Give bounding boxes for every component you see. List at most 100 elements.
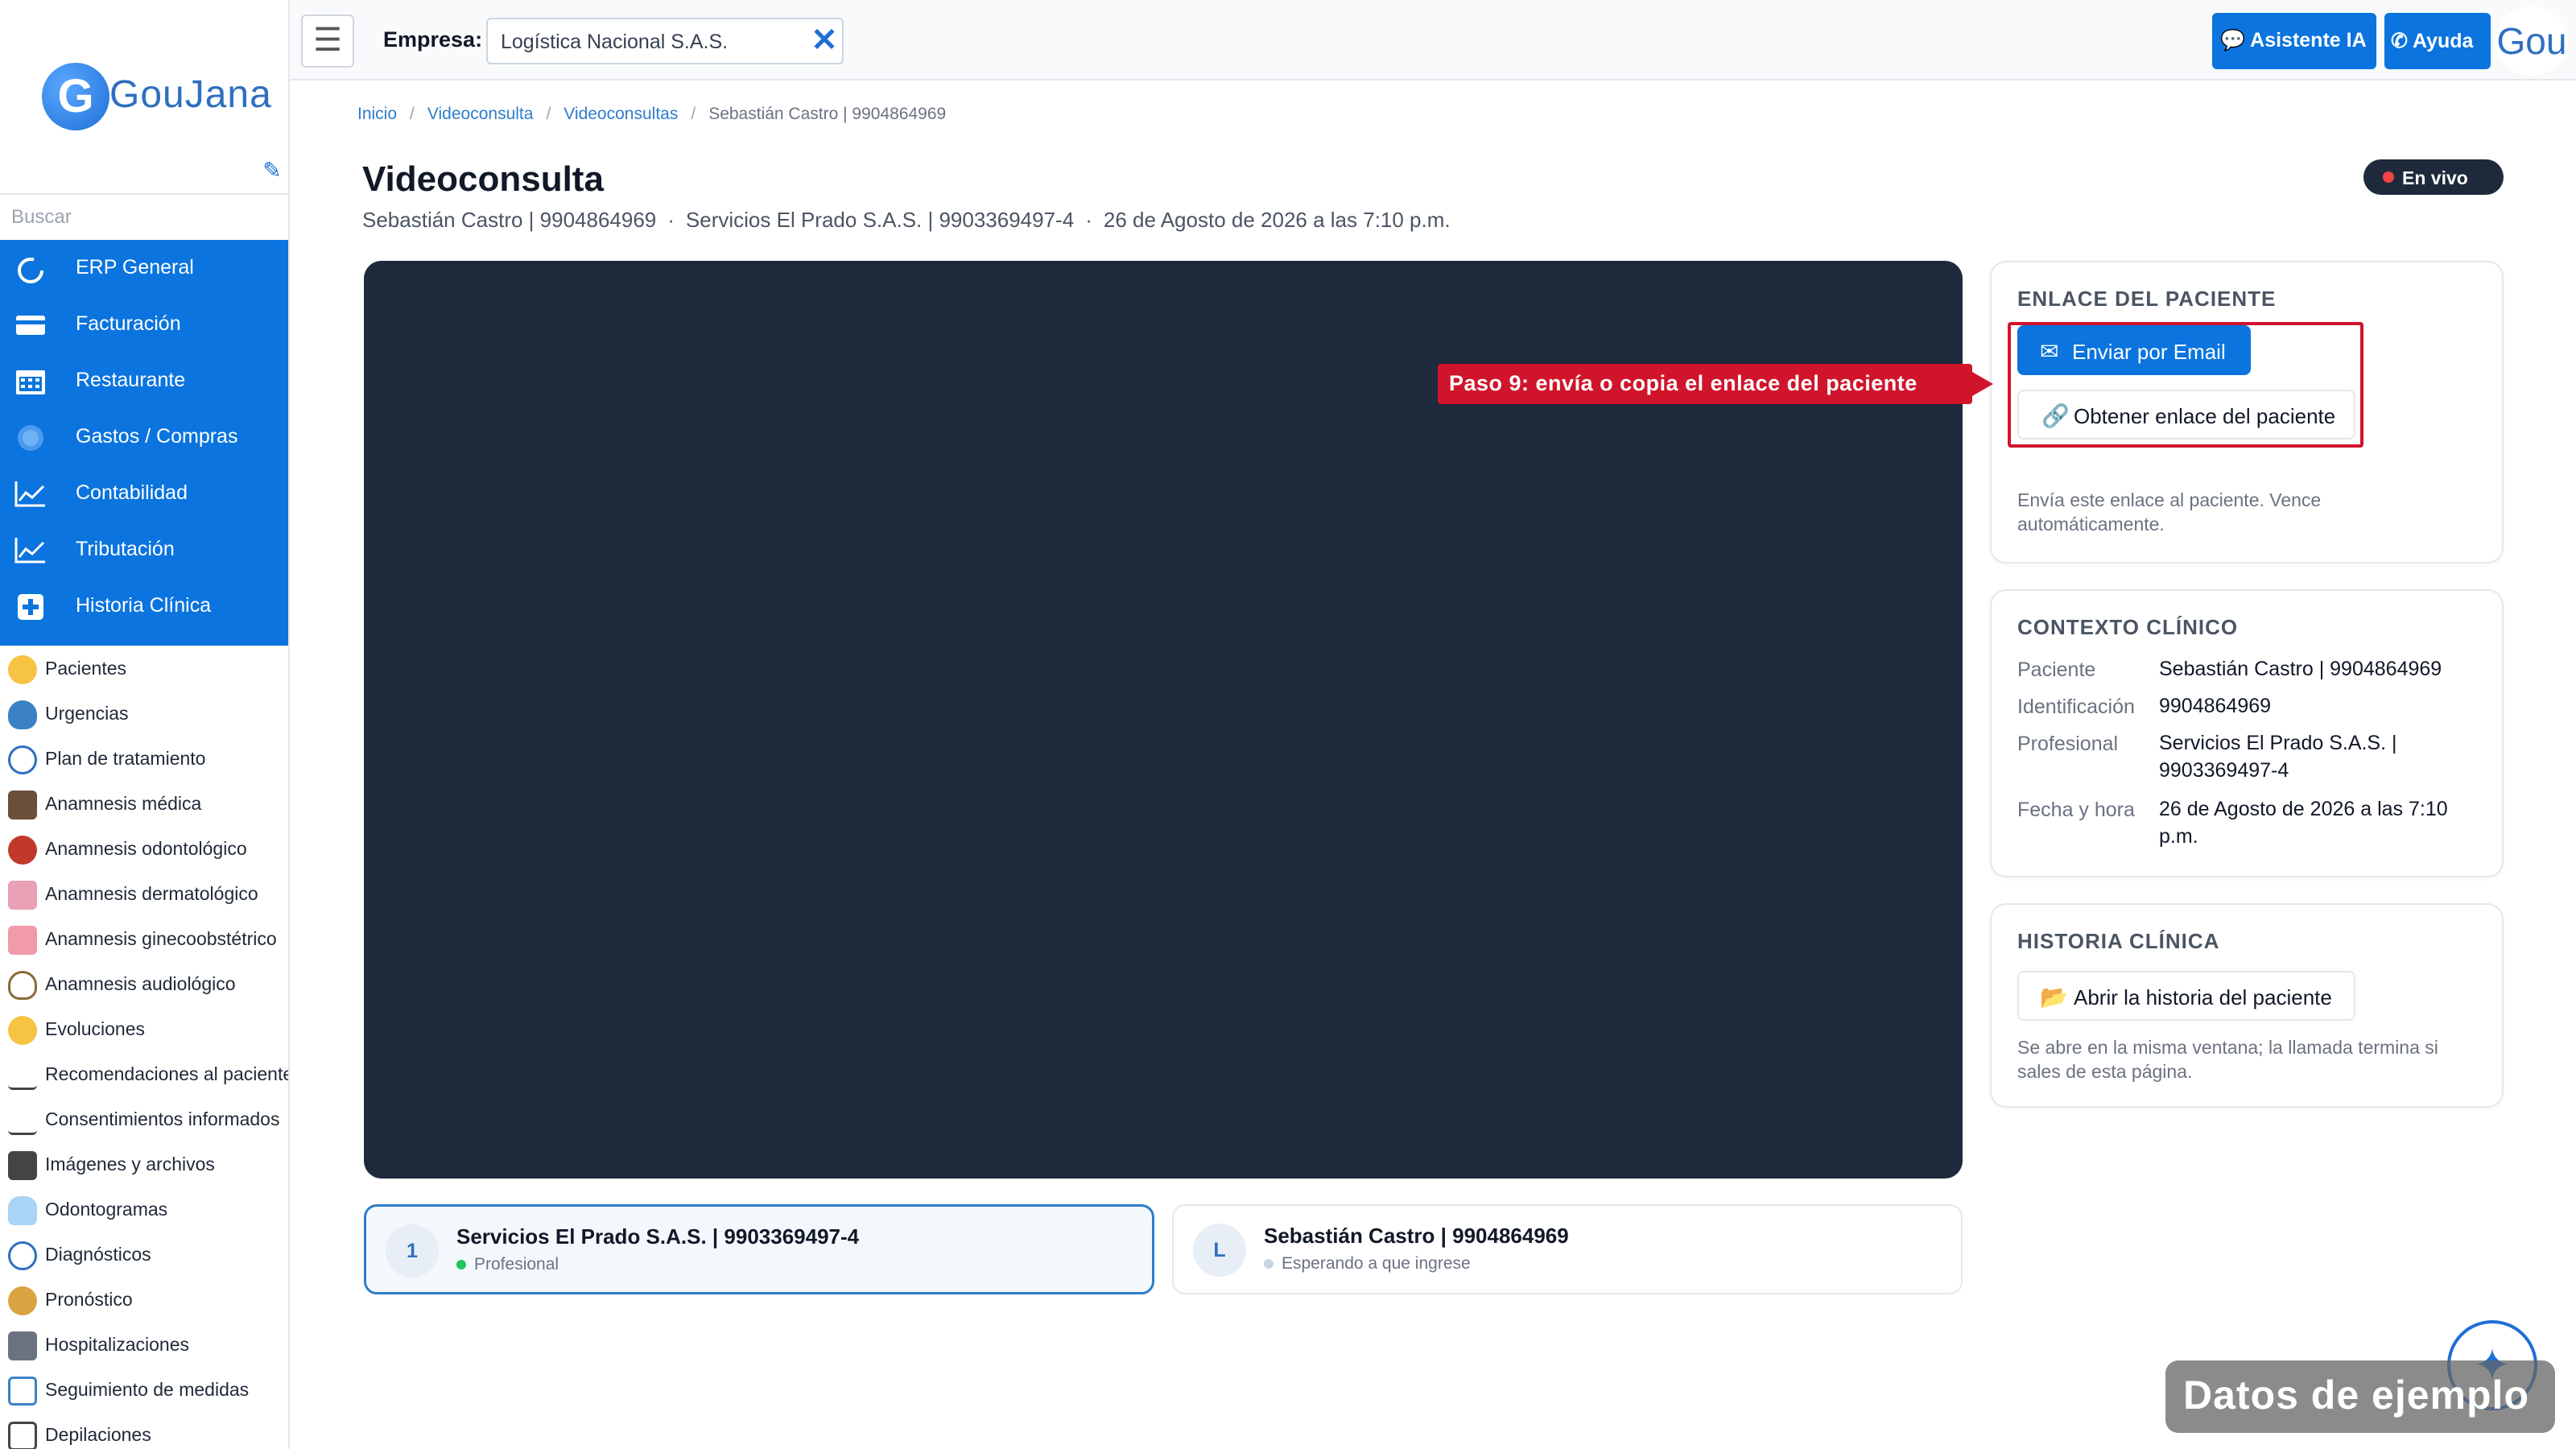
asistente-ia-button[interactable]: 💬 Asistente IA [2212,13,2376,69]
context-value: 9904864969 [2159,695,2272,717]
bed-icon [8,1331,37,1360]
plus-square-icon [18,594,43,620]
brand-logo[interactable]: G GouJana [42,63,271,130]
subitem-depilaciones[interactable]: Depilaciones [0,1412,288,1449]
annotation-arrow-icon [1972,372,1993,396]
ear-icon [8,971,37,1000]
context-value: Sebastián Castro | 9904864969 [2159,658,2442,680]
menu-item-tributacion[interactable]: Tributación [0,522,288,578]
menu-item-contabilidad[interactable]: Contabilidad [0,465,288,522]
subitem-seguimiento-medidas[interactable]: Seguimiento de medidas [0,1367,288,1412]
menu-item-label: Historia Clínica [76,594,212,617]
razor-icon [8,1422,37,1449]
subitem-diagnosticos[interactable]: Diagnósticos [0,1232,288,1277]
ayuda-label: Ayuda [2412,30,2474,52]
user-avatar[interactable]: Gou [2496,6,2568,76]
menu-item-gastos-compras[interactable]: Gastos / Compras [0,409,288,465]
participant-card-professional[interactable]: 1 Servicios El Prado S.A.S. | 9903369497… [364,1204,1154,1294]
topbar: ☰ Empresa: Logística Nacional S.A.S. ✕ 💬… [290,0,2576,80]
tooth-icon [8,1196,37,1225]
calendar-icon [16,370,45,394]
panel-title: HISTORIA CLÍNICA [2017,929,2220,953]
scale-icon [8,1377,37,1406]
breadcrumb-separator: / [691,105,696,123]
live-dot-icon [2383,171,2394,183]
medical-history-panel: HISTORIA CLÍNICA 📂 Abrir la historia del … [1990,903,2504,1108]
breadcrumb-videoconsulta[interactable]: Videoconsulta [427,105,534,123]
breadcrumb-separator: / [546,105,551,123]
menu-item-historia-clinica[interactable]: Historia Clínica [0,578,288,634]
subtitle-datetime: 26 de Agosto de 2026 a las 7:10 p.m. [1103,208,1451,232]
subitem-hospitalizaciones[interactable]: Hospitalizaciones [0,1322,288,1367]
menu-item-label: Tributación [76,538,175,560]
asistente-ia-label: Asistente IA [2250,29,2367,52]
annotation-callout: Paso 9: envía o copia el enlace del paci… [1438,364,1972,404]
clear-icon[interactable]: ✕ [810,21,839,60]
empresa-select[interactable]: Logística Nacional S.A.S. [486,18,844,64]
subtitle-professional: Servicios El Prado S.A.S. | 9903369497-4 [685,208,1075,232]
page-subtitle: Sebastián Castro | 9904864969 · Servicios … [362,208,1451,233]
subitem-anamnesis-ginecoobstetrico[interactable]: Anamnesis ginecoobstétrico [0,916,288,961]
subitem-pronostico[interactable]: Pronóstico [0,1277,288,1322]
shield-icon [8,700,37,729]
participant-avatar: L [1193,1224,1246,1277]
line-chart-icon [14,481,45,507]
context-key: Identificación [2017,696,2135,718]
blur-circle-icon [18,425,43,451]
edit-pencil-icon[interactable]: ✎ [259,158,285,184]
subitem-evoluciones[interactable]: Evoluciones [0,1006,288,1051]
breadcrumb: Inicio / Videoconsulta / Videoconsultas / Seba… [357,105,946,124]
chat-bubbles-icon: 💬 [2220,29,2246,52]
annotation-highlight-box [2008,322,2363,448]
thinking-face-icon [8,1016,37,1045]
subitem-odontogramas[interactable]: Odontogramas [0,1187,288,1232]
subtitle-dot: · [1085,208,1092,232]
context-key: Fecha y hora [2017,799,2135,821]
sample-data-badge: Datos de ejemplo [2165,1360,2555,1433]
panel-title: CONTEXTO CLÍNICO [2017,615,2239,639]
skin-icon [8,881,37,910]
camera-icon [8,1151,37,1180]
subitem-anamnesis-audiologico[interactable]: Anamnesis audiológico [0,961,288,1006]
menu-item-label: Contabilidad [76,481,188,504]
breadcrumb-current: Sebastián Castro | 9904864969 [708,105,947,123]
subitem-consentimientos[interactable]: Consentimientos informados [0,1096,288,1141]
menu-item-restaurante[interactable]: Restaurante [0,353,288,409]
subitem-imagenes-archivos[interactable]: Imágenes y archivos [0,1141,288,1187]
breadcrumb-videoconsultas[interactable]: Videoconsultas [564,105,678,123]
context-value: Servicios El Prado S.A.S. | 9903369497-4 [2159,732,2397,782]
open-history-button[interactable]: 📂 Abrir la historia del paciente [2017,971,2355,1021]
participant-card-patient[interactable]: L Sebastián Castro | 9904864969 Esperand… [1172,1204,1963,1294]
menu-item-facturacion[interactable]: Facturación [0,296,288,353]
subitem-recomendaciones[interactable]: Recomendaciones al paciente [0,1051,288,1096]
context-value: 26 de Agosto de 2026 a las 7:10 p.m. [2159,798,2448,848]
menu-item-label: ERP General [76,256,194,279]
menu-item-label: Gastos / Compras [76,425,238,448]
doctor-icon [8,791,37,819]
sidebar-search-input[interactable]: Buscar [0,193,288,240]
whatsapp-icon: ✆ [2391,30,2408,52]
sidebar: G GouJana ✎ Buscar ERP General Facturaci… [0,0,290,1449]
subitem-anamnesis-odontologico[interactable]: Anamnesis odontológico [0,826,288,871]
participant-name: Servicios El Prado S.A.S. | 9903369497-4 [456,1224,860,1249]
signature-icon [8,1106,37,1135]
compass-icon [8,745,37,774]
subitem-anamnesis-medica[interactable]: Anamnesis médica [0,781,288,826]
breadcrumb-inicio[interactable]: Inicio [357,105,397,123]
subitem-pacientes[interactable]: Pacientes [0,646,288,691]
subitem-plan-de-tratamiento[interactable]: Plan de tratamiento [0,736,288,781]
logo-g-icon: G [42,63,109,130]
subitem-urgencias[interactable]: Urgencias [0,691,288,736]
panel-note: Envía este enlace al paciente. Vence aut… [2017,489,2322,535]
credit-card-icon [16,316,45,335]
menu-item-label: Restaurante [76,369,186,391]
status-dot-icon [456,1260,466,1269]
ayuda-button[interactable]: ✆ Ayuda [2384,13,2491,69]
subitem-anamnesis-dermatologico[interactable]: Anamnesis dermatológico [0,871,288,916]
logo-wordmark: GouJana [109,73,272,116]
circle-refresh-icon [18,258,43,283]
context-key: Profesional [2017,733,2119,755]
hamburger-menu-icon[interactable]: ☰ [301,14,354,68]
module-menu: ERP General Facturación Restaurante Gast… [0,240,288,646]
menu-item-erp-general[interactable]: ERP General [0,240,288,296]
